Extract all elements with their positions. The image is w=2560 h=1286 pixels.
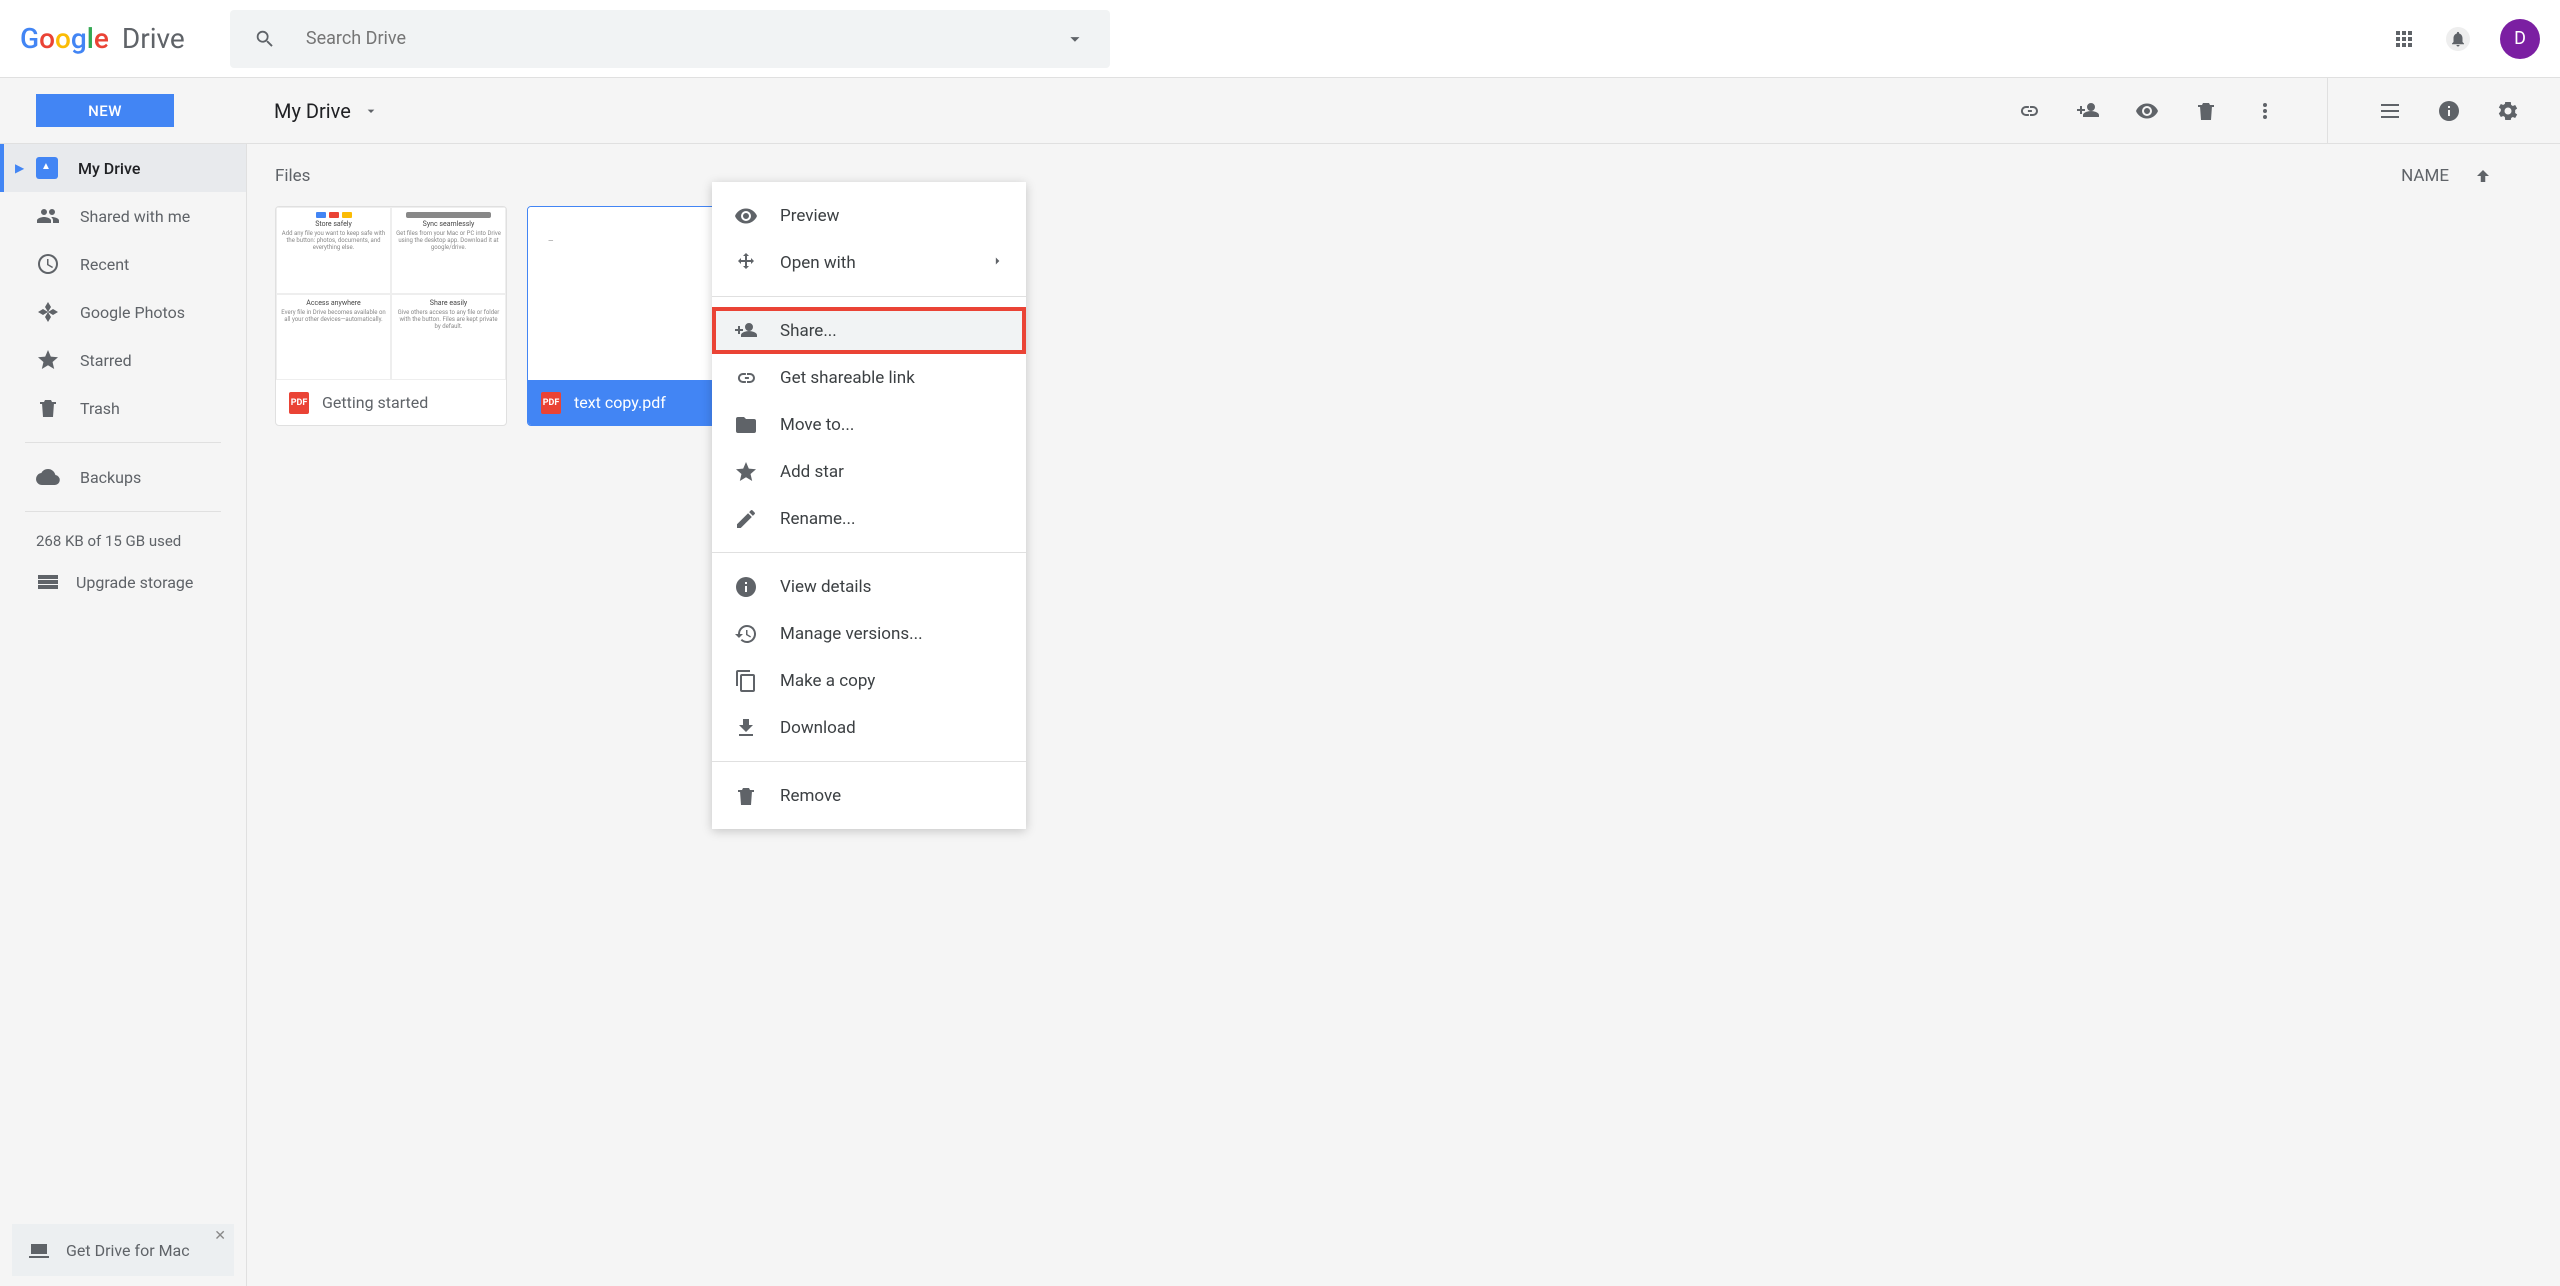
- divider: [2327, 77, 2328, 144]
- close-icon[interactable]: ✕: [214, 1228, 226, 1244]
- menu-label: Make a copy: [780, 671, 875, 691]
- chevron-right-icon: [990, 254, 1004, 272]
- preview-icon[interactable]: [2135, 99, 2159, 123]
- sort-arrow-up-icon: [2474, 167, 2492, 185]
- breadcrumb-label: My Drive: [274, 99, 351, 123]
- main-content: Files NAME Store safelyAdd any file you …: [247, 144, 2560, 1286]
- photos-icon: [36, 300, 60, 324]
- share-icon[interactable]: [2076, 99, 2100, 123]
- menu-item-rename[interactable]: Rename...: [712, 495, 1026, 542]
- menu-divider: [712, 761, 1026, 762]
- product-name: Drive: [122, 22, 185, 55]
- file-name: Getting started: [322, 393, 428, 412]
- apps-icon[interactable]: [2392, 27, 2416, 51]
- menu-label: View details: [780, 577, 871, 597]
- trash-icon: [36, 396, 60, 420]
- menu-label: Rename...: [780, 509, 856, 529]
- sidebar-item-label: Starred: [80, 351, 132, 370]
- breadcrumb[interactable]: My Drive: [274, 99, 379, 123]
- new-button[interactable]: NEW: [36, 94, 174, 127]
- settings-icon[interactable]: [2496, 99, 2520, 123]
- view-details-icon[interactable]: [2437, 99, 2461, 123]
- sidebar-item-label: Google Photos: [80, 303, 185, 322]
- menu-item-move-to[interactable]: Move to...: [712, 401, 1026, 448]
- search-icon: [254, 27, 276, 51]
- cloud-icon: [36, 465, 60, 489]
- menu-label: Add star: [780, 462, 844, 482]
- star-icon: [36, 348, 60, 372]
- sort-label: NAME: [2401, 166, 2449, 186]
- sidebar-item-label: Recent: [80, 255, 129, 274]
- list-view-icon[interactable]: [2378, 99, 2402, 123]
- menu-label: Open with: [780, 253, 856, 273]
- menu-label: Manage versions...: [780, 624, 923, 644]
- file-thumbnail: Store safelyAdd any file you want to kee…: [276, 207, 506, 380]
- divider: [25, 511, 221, 512]
- upgrade-storage-link[interactable]: Upgrade storage: [0, 570, 246, 594]
- file-name: text copy.pdf: [574, 393, 666, 412]
- toolbar: NEW My Drive: [0, 77, 2560, 144]
- app-header: Google Drive D: [0, 0, 2560, 77]
- people-icon: [36, 204, 60, 228]
- storage-usage: 268 KB of 15 GB used: [0, 532, 246, 550]
- laptop-icon: [27, 1238, 51, 1262]
- sidebar-item-label: My Drive: [78, 159, 140, 178]
- search-box[interactable]: [230, 10, 1110, 68]
- pdf-icon: PDF: [541, 392, 561, 414]
- menu-label: Remove: [780, 786, 841, 806]
- clock-icon: [36, 252, 60, 276]
- sidebar-item-label: Trash: [80, 399, 120, 418]
- sidebar-item-label: Backups: [80, 468, 141, 487]
- promo-text: Get Drive for Mac: [66, 1241, 190, 1260]
- menu-label: Share...: [780, 321, 837, 341]
- sidebar-item-trash[interactable]: Trash: [0, 384, 246, 432]
- upgrade-label: Upgrade storage: [76, 573, 193, 592]
- search-input[interactable]: [306, 28, 1064, 49]
- sidebar-item-recent[interactable]: Recent: [0, 240, 246, 288]
- delete-icon[interactable]: [2194, 99, 2218, 123]
- menu-item-download[interactable]: Download: [712, 704, 1026, 751]
- sidebar: ▶ My Drive Shared with me Recent Google …: [0, 144, 247, 1286]
- sidebar-item-photos[interactable]: Google Photos: [0, 288, 246, 336]
- sidebar-item-starred[interactable]: Starred: [0, 336, 246, 384]
- section-label: Files: [275, 166, 2532, 186]
- menu-item-preview[interactable]: Preview: [712, 192, 1026, 239]
- divider: [25, 442, 221, 443]
- sidebar-item-label: Shared with me: [80, 207, 190, 226]
- menu-label: Download: [780, 718, 856, 738]
- menu-divider: [712, 296, 1026, 297]
- drive-icon: [36, 157, 58, 179]
- menu-item-open-with[interactable]: Open with: [712, 239, 1026, 286]
- storage-icon: [36, 570, 60, 594]
- pdf-icon: PDF: [289, 392, 309, 414]
- account-avatar[interactable]: D: [2500, 19, 2540, 59]
- google-logo: Google: [20, 22, 109, 55]
- sort-header[interactable]: NAME: [2401, 166, 2492, 186]
- dropdown-icon: [363, 103, 379, 119]
- search-options-dropdown-icon[interactable]: [1064, 27, 1086, 51]
- sidebar-item-backups[interactable]: Backups: [0, 453, 246, 501]
- more-actions-icon[interactable]: [2253, 99, 2277, 123]
- menu-item-manage-versions[interactable]: Manage versions...: [712, 610, 1026, 657]
- sidebar-item-my-drive[interactable]: ▶ My Drive: [0, 144, 246, 192]
- menu-label: Move to...: [780, 415, 854, 435]
- get-link-icon[interactable]: [2017, 99, 2041, 123]
- notifications-icon[interactable]: [2446, 27, 2470, 51]
- menu-item-share[interactable]: Share...: [712, 307, 1026, 354]
- menu-item-shareable-link[interactable]: Get shareable link: [712, 354, 1026, 401]
- file-card[interactable]: Store safelyAdd any file you want to kee…: [275, 206, 507, 426]
- menu-label: Get shareable link: [780, 368, 915, 388]
- logo[interactable]: Google Drive: [20, 22, 220, 55]
- menu-item-remove[interactable]: Remove: [712, 772, 1026, 819]
- expand-arrow-icon[interactable]: ▶: [15, 161, 24, 175]
- menu-label: Preview: [780, 206, 839, 226]
- context-menu: Preview Open with Share... Get shareable…: [712, 182, 1026, 829]
- sidebar-item-shared[interactable]: Shared with me: [0, 192, 246, 240]
- menu-item-add-star[interactable]: Add star: [712, 448, 1026, 495]
- trash-icon: [734, 721, 758, 871]
- menu-divider: [712, 552, 1026, 553]
- menu-item-make-copy[interactable]: Make a copy: [712, 657, 1026, 704]
- get-drive-promo[interactable]: Get Drive for Mac ✕: [12, 1224, 234, 1276]
- menu-item-view-details[interactable]: View details: [712, 563, 1026, 610]
